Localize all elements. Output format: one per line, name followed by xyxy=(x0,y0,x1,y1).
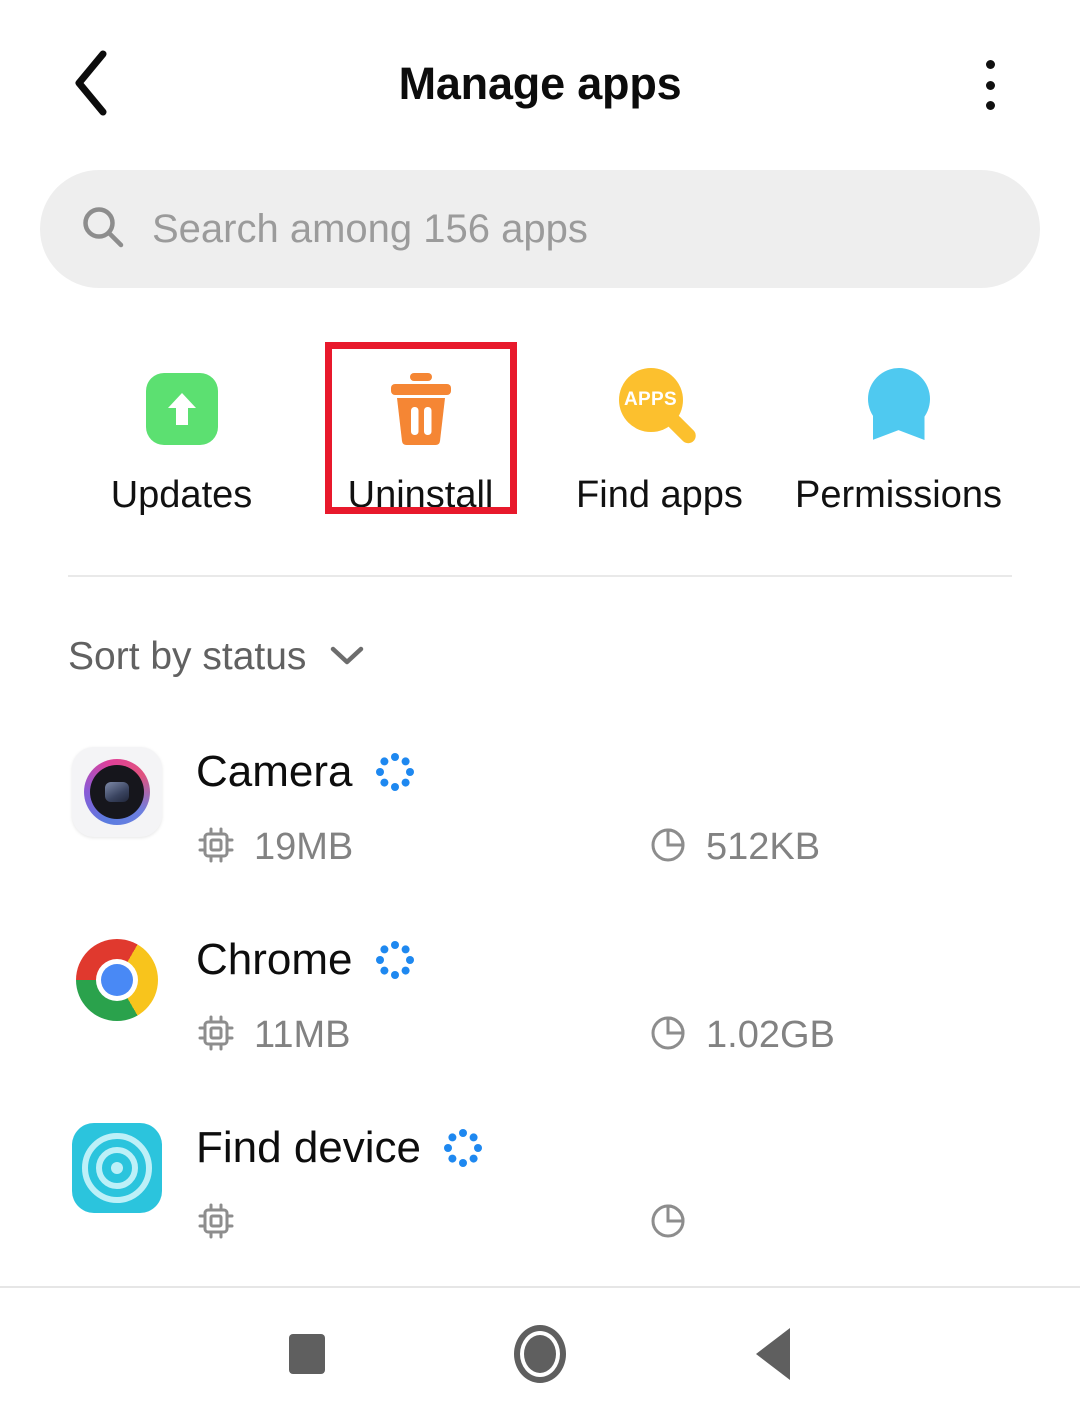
pie-chart-icon xyxy=(648,825,688,870)
chevron-down-icon xyxy=(328,643,366,672)
system-navigation-bar xyxy=(0,1288,1080,1420)
quick-action-label: Permissions xyxy=(795,474,1002,516)
loading-spinner-icon xyxy=(375,940,415,980)
app-storage-stat: 512KB xyxy=(648,825,820,870)
app-name: Camera xyxy=(196,747,353,796)
chrome-app-icon xyxy=(72,935,162,1025)
person-badge-icon xyxy=(856,366,942,452)
manage-apps-screen: Manage apps Search among 156 apps Update… xyxy=(0,0,1080,1420)
back-nav-button[interactable] xyxy=(733,1314,813,1394)
search-placeholder: Search among 156 apps xyxy=(152,206,588,251)
app-list-item[interactable]: Find device xyxy=(0,1095,1080,1283)
apps-magnifier-icon: APPS xyxy=(617,366,703,452)
app-name: Find device xyxy=(196,1123,422,1172)
sort-label: Sort by status xyxy=(68,635,307,678)
app-bar: Manage apps xyxy=(0,0,1080,150)
app-memory-value: 19MB xyxy=(254,826,354,868)
quick-action-uninstall[interactable]: Uninstall xyxy=(301,366,540,517)
app-memory-stat xyxy=(196,1201,648,1246)
app-info: Chrome 11MB 1.02GB xyxy=(196,929,1080,1058)
apps-badge-text: APPS xyxy=(624,389,677,410)
find-device-app-icon xyxy=(72,1123,162,1213)
app-list[interactable]: Camera 19MB 512KB Chrome 11MB 1.02GB Fin… xyxy=(0,679,1080,1288)
quick-action-updates[interactable]: Updates xyxy=(62,366,301,517)
quick-actions-row: Updates Uninstall APPS Find apps Permiss… xyxy=(0,288,1080,517)
home-button[interactable] xyxy=(500,1314,580,1394)
quick-action-permissions[interactable]: Permissions xyxy=(779,366,1018,517)
search-section: Search among 156 apps xyxy=(0,150,1080,288)
arrow-up-box-icon xyxy=(139,366,225,452)
quick-action-find-apps[interactable]: APPS Find apps xyxy=(540,366,779,517)
loading-spinner-icon xyxy=(375,752,415,792)
recents-button[interactable] xyxy=(267,1314,347,1394)
quick-action-label: Find apps xyxy=(576,474,743,516)
app-memory-value: 11MB xyxy=(254,1014,351,1056)
pie-chart-icon xyxy=(648,1013,688,1058)
pie-chart-icon xyxy=(648,1201,688,1246)
sort-control[interactable]: Sort by status xyxy=(0,577,1080,679)
overflow-menu-button[interactable] xyxy=(962,54,1018,116)
list-bottom-divider xyxy=(0,1286,1080,1288)
app-storage-stat xyxy=(648,1201,706,1246)
quick-action-label: Uninstall xyxy=(347,474,494,516)
app-info: Camera 19MB 512KB xyxy=(196,741,1080,870)
app-storage-value: 512KB xyxy=(706,826,821,868)
recents-square-icon xyxy=(288,1334,325,1374)
more-vertical-icon-dot xyxy=(985,60,995,69)
home-circle-icon xyxy=(513,1325,566,1383)
more-vertical-icon-dot xyxy=(985,101,995,110)
search-icon xyxy=(80,204,126,255)
app-info: Find device xyxy=(196,1117,1080,1246)
app-memory-stat: 11MB xyxy=(196,1013,648,1058)
app-storage-stat: 1.02GB xyxy=(648,1013,835,1058)
app-list-item[interactable]: Chrome 11MB 1.02GB xyxy=(0,907,1080,1095)
search-input[interactable]: Search among 156 apps xyxy=(40,170,1040,288)
camera-app-icon xyxy=(72,747,162,837)
app-storage-value: 1.02GB xyxy=(706,1014,835,1056)
trash-icon xyxy=(378,366,464,452)
more-vertical-icon-dot xyxy=(985,80,995,90)
quick-action-label: Updates xyxy=(110,474,253,516)
cpu-chip-icon xyxy=(196,825,236,870)
app-list-item[interactable]: Camera 19MB 512KB xyxy=(0,719,1080,907)
cpu-chip-icon xyxy=(196,1013,236,1058)
cpu-chip-icon xyxy=(196,1201,236,1246)
back-triangle-icon xyxy=(756,1328,791,1380)
app-name: Chrome xyxy=(196,935,353,984)
loading-spinner-icon xyxy=(443,1128,483,1168)
app-memory-stat: 19MB xyxy=(196,825,648,870)
page-title: Manage apps xyxy=(398,58,682,109)
